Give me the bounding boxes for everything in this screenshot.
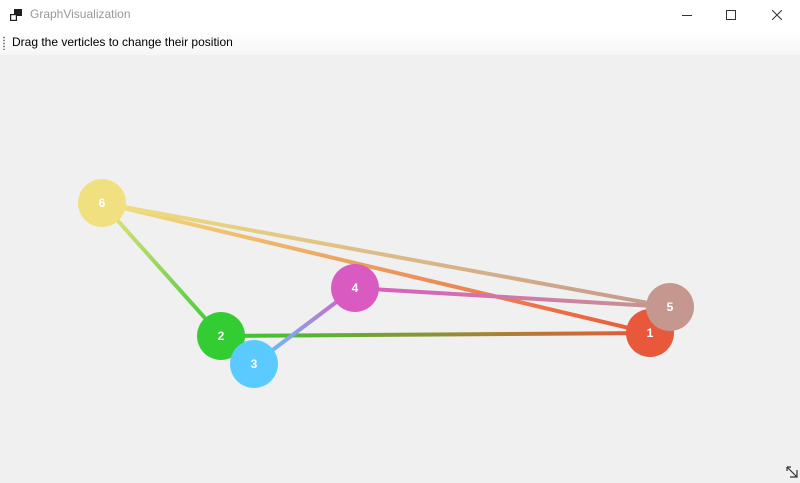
resize-grip-icon[interactable] <box>786 465 798 478</box>
vertex-label: 6 <box>99 196 106 210</box>
vertex-6[interactable]: 6 <box>78 179 126 227</box>
close-button[interactable] <box>754 0 800 30</box>
minimize-icon <box>682 10 692 20</box>
vertex-label: 5 <box>667 300 674 314</box>
title-bar[interactable]: GraphVisualization <box>0 0 800 30</box>
maximize-button[interactable] <box>708 0 754 30</box>
vertex-label: 4 <box>352 281 359 295</box>
vertex-3[interactable]: 3 <box>230 340 278 388</box>
vertex-label: 3 <box>251 357 258 371</box>
graph-canvas[interactable]: 1 2 3 4 5 6 <box>0 55 800 480</box>
toolbar-grip[interactable] <box>3 36 5 50</box>
vertex-label: 2 <box>218 329 225 343</box>
app-icon <box>9 8 23 22</box>
vertex-label: 1 <box>647 326 654 340</box>
toolbar-label: Drag the verticles to change their posit… <box>12 35 233 49</box>
vertex-5[interactable]: 5 <box>646 283 694 331</box>
close-icon <box>772 10 782 20</box>
toolbar: Drag the verticles to change their posit… <box>0 30 800 55</box>
vertex-4[interactable]: 4 <box>331 264 379 312</box>
maximize-icon <box>726 10 736 20</box>
window-title: GraphVisualization <box>30 7 131 21</box>
edge-2-1 <box>220 331 651 338</box>
minimize-button[interactable] <box>664 0 710 30</box>
edge-6-1 <box>101 201 651 335</box>
